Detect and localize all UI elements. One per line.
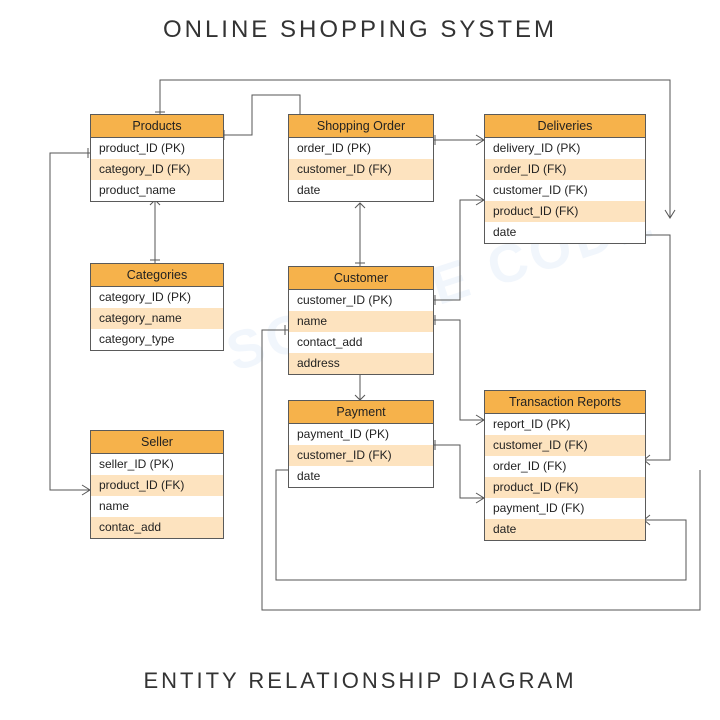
field: order_ID (FK) (485, 159, 645, 180)
field: contac_add (91, 517, 223, 538)
page-title: ONLINE SHOPPING SYSTEM (0, 16, 720, 44)
entity-categories: Categories category_ID (PK) category_nam… (90, 263, 224, 351)
field: name (91, 496, 223, 517)
field: order_ID (PK) (289, 138, 433, 159)
entity-customer: Customer customer_ID (PK) name contact_a… (288, 266, 434, 375)
field: address (289, 353, 433, 374)
field: payment_ID (FK) (485, 498, 645, 519)
field: customer_ID (FK) (485, 180, 645, 201)
field: category_ID (FK) (91, 159, 223, 180)
field: date (485, 519, 645, 540)
field: name (289, 311, 433, 332)
field: payment_ID (PK) (289, 424, 433, 445)
entity-deliveries: Deliveries delivery_ID (PK) order_ID (FK… (484, 114, 646, 244)
field: product_ID (FK) (91, 475, 223, 496)
entity-shopping-order: Shopping Order order_ID (PK) customer_ID… (288, 114, 434, 202)
entity-header: Payment (289, 401, 433, 424)
field: date (289, 180, 433, 201)
field: contact_add (289, 332, 433, 353)
entity-header: Deliveries (485, 115, 645, 138)
entity-header: Categories (91, 264, 223, 287)
field: date (485, 222, 645, 243)
field: product_ID (FK) (485, 477, 645, 498)
field: category_ID (PK) (91, 287, 223, 308)
field: product_ID (FK) (485, 201, 645, 222)
field: report_ID (PK) (485, 414, 645, 435)
entity-header: Transaction Reports (485, 391, 645, 414)
field: category_name (91, 308, 223, 329)
entity-header: Seller (91, 431, 223, 454)
field: customer_ID (FK) (289, 159, 433, 180)
field: delivery_ID (PK) (485, 138, 645, 159)
field: seller_ID (PK) (91, 454, 223, 475)
entity-header: Products (91, 115, 223, 138)
entity-seller: Seller seller_ID (PK) product_ID (FK) na… (90, 430, 224, 539)
field: customer_ID (FK) (289, 445, 433, 466)
field: date (289, 466, 433, 487)
field: product_ID (PK) (91, 138, 223, 159)
field: product_name (91, 180, 223, 201)
entity-payment: Payment payment_ID (PK) customer_ID (FK)… (288, 400, 434, 488)
entity-header: Shopping Order (289, 115, 433, 138)
field: category_type (91, 329, 223, 350)
entity-header: Customer (289, 267, 433, 290)
entity-products: Products product_ID (PK) category_ID (FK… (90, 114, 224, 202)
diagram-stage: SOURCE CODE ONLINE SHOPPING SYSTEM ENTIT… (0, 0, 720, 720)
entity-transaction-reports: Transaction Reports report_ID (PK) custo… (484, 390, 646, 541)
field: customer_ID (FK) (485, 435, 645, 456)
field: order_ID (FK) (485, 456, 645, 477)
page-subtitle: ENTITY RELATIONSHIP DIAGRAM (0, 668, 720, 694)
field: customer_ID (PK) (289, 290, 433, 311)
